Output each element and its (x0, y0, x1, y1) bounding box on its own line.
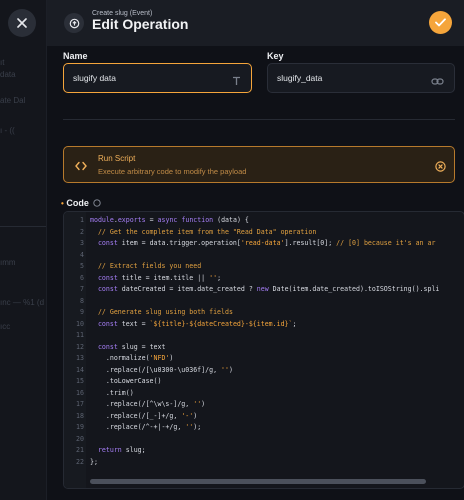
code-text: .toLowerCase() (90, 377, 162, 385)
line-number: 13 (76, 354, 84, 362)
code-icon (75, 158, 87, 176)
line-number: 10 (76, 319, 84, 328)
code-label-text: Code (66, 198, 89, 208)
line-number: 21 (76, 446, 84, 454)
line-number: 19 (76, 423, 84, 431)
line-number: 12 (76, 342, 84, 351)
code-line: 12 const slug = text (64, 342, 165, 354)
code-line: 8 (64, 296, 84, 308)
line-number: 2 (80, 227, 84, 236)
code-line: 4 (64, 250, 84, 262)
code-label: • Code (61, 198, 101, 208)
line-number: 11 (76, 331, 84, 339)
line-number: 4 (80, 250, 84, 259)
name-input-value: slugify data (73, 73, 116, 83)
code-editor[interactable]: 1 module.exports = async function (data) … (63, 211, 464, 489)
code-line: 21 return slug; (64, 445, 146, 457)
code-text: .replace(/[^\w\s-]/g, '') (90, 400, 206, 408)
code-text: const text = `${title}-${dateCreated}-${… (97, 319, 297, 328)
line-number: 5 (80, 262, 84, 270)
code-line: 18 .replace(/[_-]+/g, '-') (64, 411, 197, 423)
screen: ıt data ate Dal ı - (( ımm ınc — %1 (d ı… (0, 0, 464, 500)
line-number: 22 (76, 457, 84, 466)
code-text: return slug; (97, 446, 146, 454)
line-number: 18 (76, 411, 84, 420)
code-line: 7 const dateCreated = item.date_created … (64, 284, 439, 296)
code-text: .replace(/[\u0300-\u036f]/g, '') (90, 365, 233, 374)
code-line: 13 .normalize('NFD') (64, 353, 173, 365)
text-icon (232, 73, 241, 91)
code-text: }; (90, 457, 98, 466)
required-marker: • (61, 199, 64, 208)
line-number: 8 (80, 296, 84, 305)
link-icon (431, 73, 444, 91)
line-number: 6 (80, 273, 84, 282)
section-divider (63, 119, 455, 120)
code-text: const title = item.title || ''; (97, 273, 222, 282)
close-icon (17, 18, 27, 28)
code-text: // Get the complete item from the "Read … (97, 227, 317, 236)
line-number: 7 (80, 285, 84, 293)
code-text: .replace(/^-+|-+/g, ''); (90, 423, 202, 431)
notice-description: Execute arbitrary code to modify the pay… (98, 167, 247, 176)
code-line: 1 module.exports = async function (data) … (64, 215, 249, 227)
key-input[interactable]: slugify_data (267, 63, 455, 93)
code-text: .normalize('NFD') (90, 354, 174, 362)
code-line: 2 // Get the complete item from the "Rea… (64, 227, 316, 239)
check-icon (435, 18, 446, 27)
code-line: 9 // Generate slug using both fields (64, 307, 233, 319)
code-text: const slug = text (97, 342, 166, 351)
code-line: 15 .toLowerCase() (64, 376, 161, 388)
notice-title: Run Script (98, 154, 136, 163)
code-line: 17 .replace(/[^\w\s-]/g, '') (64, 399, 205, 411)
code-line: 3 const item = data.trigger.operation['r… (64, 238, 435, 250)
line-number: 16 (76, 388, 84, 397)
line-number: 3 (80, 239, 84, 247)
drawer-header: Create slug (Event) Edit Operation (47, 0, 464, 46)
code-line: 10 const text = `${title}-${dateCreated}… (64, 319, 296, 331)
code-text: .replace(/[_-]+/g, '-') (90, 411, 198, 420)
code-lines: 1 module.exports = async function (data) … (64, 215, 439, 469)
code-line: 20 (64, 434, 84, 446)
save-button[interactable] (429, 11, 452, 34)
info-icon[interactable] (93, 199, 101, 207)
name-input[interactable]: slugify data (63, 63, 252, 93)
code-line: 6 const title = item.title || ''; (64, 273, 221, 285)
code-text: module.exports = async function (data) { (90, 216, 249, 224)
line-number: 15 (76, 377, 84, 385)
code-line: 22}; (64, 457, 98, 469)
line-number: 14 (76, 365, 84, 374)
edit-operation-drawer: Create slug (Event) Edit Operation Name … (46, 0, 464, 500)
code-line: 5 // Extract fields you need (64, 261, 201, 273)
line-number: 9 (80, 308, 84, 316)
name-label: Name (63, 51, 88, 61)
operation-icon (64, 13, 84, 33)
run-script-notice: Run Script Execute arbitrary code to mod… (63, 146, 455, 183)
key-input-value: slugify_data (277, 73, 323, 83)
dismiss-notice-icon[interactable] (435, 159, 446, 177)
code-text: const item = data.trigger.operation['rea… (97, 239, 436, 247)
code-text: .trim() (90, 388, 134, 397)
code-text: const dateCreated = item.date_created ? … (97, 285, 440, 293)
code-text: // Generate slug using both fields (97, 308, 233, 316)
drawer-rail (0, 0, 46, 500)
code-line: 16 .trim() (64, 388, 134, 400)
close-button[interactable] (8, 9, 36, 37)
code-line: 19 .replace(/^-+|-+/g, ''); (64, 422, 201, 434)
horizontal-scrollbar[interactable] (90, 479, 426, 484)
page-title: Edit Operation (92, 16, 189, 32)
line-number: 1 (80, 216, 84, 224)
code-line: 14 .replace(/[\u0300-\u036f]/g, '') (64, 365, 233, 377)
line-number: 17 (76, 400, 84, 408)
key-label: Key (267, 51, 284, 61)
code-text: // Extract fields you need (97, 262, 202, 270)
line-number: 20 (76, 434, 84, 443)
code-line: 11 (64, 330, 84, 342)
